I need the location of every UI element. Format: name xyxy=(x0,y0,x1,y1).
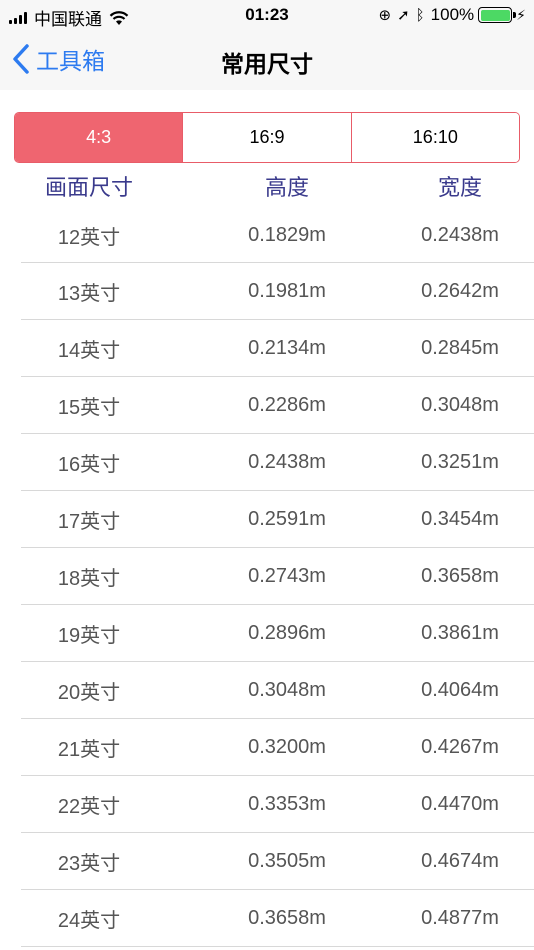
status-right: ⊕ ➚ ᛒ 100% ⚡ xyxy=(379,5,527,25)
cell-height: 0.1829m xyxy=(248,224,326,246)
table-row: 15英寸 0.2286m 0.3048m xyxy=(21,377,534,434)
cell-size: 13英寸 xyxy=(57,282,121,305)
size-table: 12英寸 0.1829m 0.2438m 13英寸 0.1981m 0.2642… xyxy=(0,209,534,947)
cell-width: 0.4674m xyxy=(421,849,499,872)
back-label: 工具箱 xyxy=(36,48,105,74)
cell-width: 0.2438m xyxy=(421,224,499,246)
cell-height: 0.3048m xyxy=(248,678,326,701)
cell-height: 0.3353m xyxy=(248,792,326,815)
table-row: 21英寸 0.3200m 0.4267m xyxy=(21,719,534,776)
cell-height: 0.3505m xyxy=(248,849,326,872)
column-header-width: 宽度 xyxy=(437,175,482,200)
table-row: 17英寸 0.2591m 0.3454m xyxy=(21,491,534,548)
cell-size: 20英寸 xyxy=(57,681,121,704)
cell-size: 22英寸 xyxy=(57,795,121,818)
table-row: 14英寸 0.2134m 0.2845m xyxy=(21,320,534,377)
cell-height: 0.3200m xyxy=(248,735,326,758)
cell-height: 0.2743m xyxy=(248,564,326,587)
table-row: 24英寸 0.3658m 0.4877m xyxy=(21,890,534,947)
cell-width: 0.4267m xyxy=(421,735,499,758)
spacer xyxy=(0,90,534,112)
cell-width: 0.3251m xyxy=(421,450,499,473)
bluetooth-icon: ᛒ xyxy=(415,6,425,24)
cell-height: 0.2896m xyxy=(248,621,326,644)
cell-size: 23英寸 xyxy=(57,852,121,875)
cell-width: 0.3454m xyxy=(421,507,499,530)
cell-width: 0.4877m xyxy=(421,906,499,929)
charging-icon: ⚡ xyxy=(516,6,526,23)
orientation-lock-icon: ⊕ xyxy=(378,7,392,24)
nav-bar: 工具箱 常用尺寸 xyxy=(0,30,534,90)
table-row: 16英寸 0.2438m 0.3251m xyxy=(21,434,534,491)
cell-size: 19英寸 xyxy=(57,624,121,647)
cell-width: 0.3048m xyxy=(421,393,499,416)
cell-height: 0.2134m xyxy=(248,336,326,359)
cell-height: 0.2286m xyxy=(248,393,326,416)
cell-height: 0.3658m xyxy=(248,906,326,929)
battery-icon xyxy=(478,7,517,23)
table-header: 画面尺寸 高度 宽度 xyxy=(0,163,534,209)
cell-width: 0.4064m xyxy=(421,678,499,701)
cell-width: 0.4470m xyxy=(421,792,499,815)
tab-16-9[interactable]: 16:9 xyxy=(182,113,351,162)
tab-16-10[interactable]: 16:10 xyxy=(350,113,519,162)
table-row: 12英寸 0.1829m 0.2438m xyxy=(21,209,534,263)
table-row: 20英寸 0.3048m 0.4064m xyxy=(21,662,534,719)
column-header-height: 高度 xyxy=(264,175,309,200)
column-header-size: 画面尺寸 xyxy=(44,175,133,200)
cell-height: 0.1981m xyxy=(248,279,326,302)
table-row: 19英寸 0.2896m 0.3861m xyxy=(21,605,534,662)
cell-size: 16英寸 xyxy=(57,453,121,476)
table-row: 23英寸 0.3505m 0.4674m xyxy=(21,833,534,890)
cell-width: 0.3861m xyxy=(421,621,499,644)
cell-height: 0.2591m xyxy=(248,507,326,530)
battery-percent: 100% xyxy=(430,5,475,24)
cell-size: 14英寸 xyxy=(57,339,121,362)
tab-4-3[interactable]: 4:3 xyxy=(15,113,183,162)
cell-size: 17英寸 xyxy=(57,510,121,533)
cell-size: 21英寸 xyxy=(57,738,121,761)
cell-height: 0.2438m xyxy=(248,450,326,473)
table-row: 18英寸 0.2743m 0.3658m xyxy=(21,548,534,605)
cell-width: 0.2642m xyxy=(421,279,499,302)
chevron-left-icon xyxy=(13,44,29,74)
back-button[interactable]: 工具箱 xyxy=(12,42,105,76)
location-icon: ➚ xyxy=(397,7,410,24)
cell-size: 15英寸 xyxy=(57,396,121,419)
table-row: 22英寸 0.3353m 0.4470m xyxy=(21,776,534,833)
status-bar: 中国联通 01:23 ⊕ ➚ ᛒ 100% ⚡ xyxy=(0,0,534,30)
aspect-ratio-segmented-control: 4:3 16:9 16:10 xyxy=(14,112,520,163)
cell-size: 18英寸 xyxy=(57,567,121,590)
cell-width: 0.2845m xyxy=(421,336,499,359)
cell-size: 12英寸 xyxy=(57,227,121,249)
table-row: 13英寸 0.1981m 0.2642m xyxy=(21,263,534,320)
cell-width: 0.3658m xyxy=(421,564,499,587)
cell-size: 24英寸 xyxy=(57,909,121,932)
